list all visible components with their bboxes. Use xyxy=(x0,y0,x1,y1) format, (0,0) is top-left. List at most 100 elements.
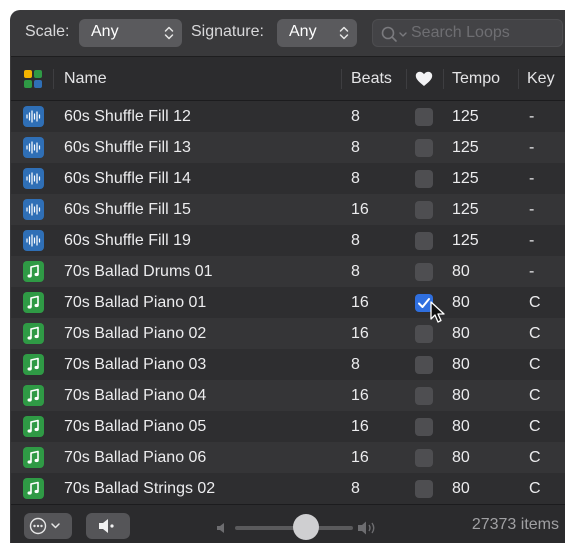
favorite-checkbox[interactable] xyxy=(415,139,433,157)
loop-tempo: 80 xyxy=(452,294,470,311)
loop-row[interactable]: 70s Ballad Piano 04 16 80 C xyxy=(11,380,565,411)
music-note-icon xyxy=(23,478,44,499)
loop-row[interactable]: 70s Ballad Piano 01 16 80 C xyxy=(11,287,565,318)
favorite-checkbox[interactable] xyxy=(415,325,433,343)
column-name[interactable]: Name xyxy=(64,70,107,88)
loop-name: 70s Ballad Piano 05 xyxy=(64,418,207,435)
loop-key: - xyxy=(529,201,535,218)
heart-icon[interactable] xyxy=(415,71,433,87)
favorite-checkbox[interactable] xyxy=(415,170,433,188)
search-input[interactable] xyxy=(411,23,561,43)
loop-beats: 8 xyxy=(351,263,360,280)
loop-beats: 16 xyxy=(351,294,369,311)
loop-row[interactable]: 60s Shuffle Fill 13 8 125 - xyxy=(11,132,565,163)
music-note-icon xyxy=(23,416,44,437)
loop-beats: 16 xyxy=(351,418,369,435)
loop-name: 70s Ballad Piano 04 xyxy=(64,387,207,404)
loop-name: 70s Ballad Piano 02 xyxy=(64,325,207,342)
loop-name: 70s Ballad Strings 02 xyxy=(64,480,216,497)
loop-tempo: 80 xyxy=(452,387,470,404)
loop-key: C xyxy=(529,294,541,311)
loop-row[interactable]: 70s Ballad Piano 03 8 80 C xyxy=(11,349,565,380)
column-divider xyxy=(53,69,54,89)
favorite-checkbox[interactable] xyxy=(415,108,433,126)
loop-key: - xyxy=(529,232,535,249)
loop-browser: Scale: Any Signature: Any Search Loops N… xyxy=(10,10,565,543)
mouse-cursor-icon xyxy=(430,301,445,323)
favorite-checkbox[interactable] xyxy=(415,201,433,219)
loop-key: - xyxy=(529,108,535,125)
loop-row[interactable]: 70s Ballad Strings 02 8 80 C xyxy=(11,473,565,504)
loop-tempo: 125 xyxy=(452,139,479,156)
loop-row[interactable]: 60s Shuffle Fill 14 8 125 - xyxy=(11,163,565,194)
audio-waveform-icon xyxy=(23,230,44,251)
loop-type-icon[interactable] xyxy=(24,70,42,88)
search-field[interactable] xyxy=(372,19,563,47)
loop-tempo: 80 xyxy=(452,449,470,466)
column-divider xyxy=(443,69,444,89)
loop-row[interactable]: 70s Ballad Drums 01 8 80 - xyxy=(11,256,565,287)
column-beats[interactable]: Beats xyxy=(351,70,392,88)
loop-key: - xyxy=(529,139,535,156)
loop-name: 60s Shuffle Fill 12 xyxy=(64,108,191,125)
loop-tempo: 80 xyxy=(452,418,470,435)
loop-key: C xyxy=(529,325,541,342)
loop-row[interactable]: 70s Ballad Piano 06 16 80 C xyxy=(11,442,565,473)
column-header: Name Beats Tempo Key xyxy=(11,57,565,101)
loop-key: C xyxy=(529,480,541,497)
search-icon xyxy=(381,26,407,42)
music-note-icon xyxy=(23,261,44,282)
loop-tempo: 125 xyxy=(452,108,479,125)
favorite-checkbox[interactable] xyxy=(415,387,433,405)
loop-row[interactable]: 60s Shuffle Fill 19 8 125 - xyxy=(11,225,565,256)
column-divider xyxy=(518,69,519,89)
loop-beats: 8 xyxy=(351,108,360,125)
column-divider xyxy=(341,69,342,89)
loop-beats: 8 xyxy=(351,170,360,187)
loop-name: 70s Ballad Piano 03 xyxy=(64,356,207,373)
favorite-checkbox[interactable] xyxy=(415,232,433,250)
favorite-checkbox[interactable] xyxy=(415,449,433,467)
item-count: 27373 items xyxy=(471,516,559,533)
more-options-button[interactable] xyxy=(24,513,72,539)
preview-speaker-button[interactable] xyxy=(86,513,130,539)
speaker-icon xyxy=(99,519,114,533)
loop-name: 70s Ballad Drums 01 xyxy=(64,263,213,280)
loop-key: - xyxy=(529,170,535,187)
loop-name: 60s Shuffle Fill 14 xyxy=(64,170,191,187)
loop-row[interactable]: 70s Ballad Piano 05 16 80 C xyxy=(11,411,565,442)
audio-waveform-icon xyxy=(23,168,44,189)
loop-name: 60s Shuffle Fill 13 xyxy=(64,139,191,156)
audio-waveform-icon xyxy=(23,106,44,127)
favorite-checkbox[interactable] xyxy=(415,263,433,281)
audio-waveform-icon xyxy=(23,199,44,220)
favorite-checkbox[interactable] xyxy=(415,480,433,498)
loop-beats: 8 xyxy=(351,480,360,497)
loop-beats: 16 xyxy=(351,325,369,342)
loop-key: C xyxy=(529,449,541,466)
favorite-checkbox[interactable] xyxy=(415,418,433,436)
loop-row[interactable]: 60s Shuffle Fill 12 8 125 - xyxy=(11,101,565,132)
scale-label: Scale: xyxy=(25,23,70,40)
footer-bar: 27373 items xyxy=(11,504,565,543)
signature-value: Any xyxy=(289,23,317,40)
loop-row[interactable]: 60s Shuffle Fill 15 16 125 - xyxy=(11,194,565,225)
loop-tempo: 80 xyxy=(452,480,470,497)
volume-slider-thumb[interactable] xyxy=(292,514,319,540)
loop-tempo: 125 xyxy=(452,232,479,249)
favorite-checkbox[interactable] xyxy=(415,356,433,374)
volume-low-icon xyxy=(217,523,224,533)
loop-tempo: 125 xyxy=(452,201,479,218)
loop-key: C xyxy=(529,418,541,435)
column-key[interactable]: Key xyxy=(527,70,555,88)
scale-popup[interactable]: Any xyxy=(79,19,182,47)
loop-beats: 16 xyxy=(351,387,369,404)
loop-beats: 16 xyxy=(351,201,369,218)
column-tempo[interactable]: Tempo xyxy=(452,70,500,88)
loop-tempo: 80 xyxy=(452,356,470,373)
music-note-icon xyxy=(23,447,44,468)
loop-row[interactable]: 70s Ballad Piano 02 16 80 C xyxy=(11,318,565,349)
music-note-icon xyxy=(23,323,44,344)
loop-beats: 8 xyxy=(351,356,360,373)
signature-popup[interactable]: Any xyxy=(277,19,357,47)
